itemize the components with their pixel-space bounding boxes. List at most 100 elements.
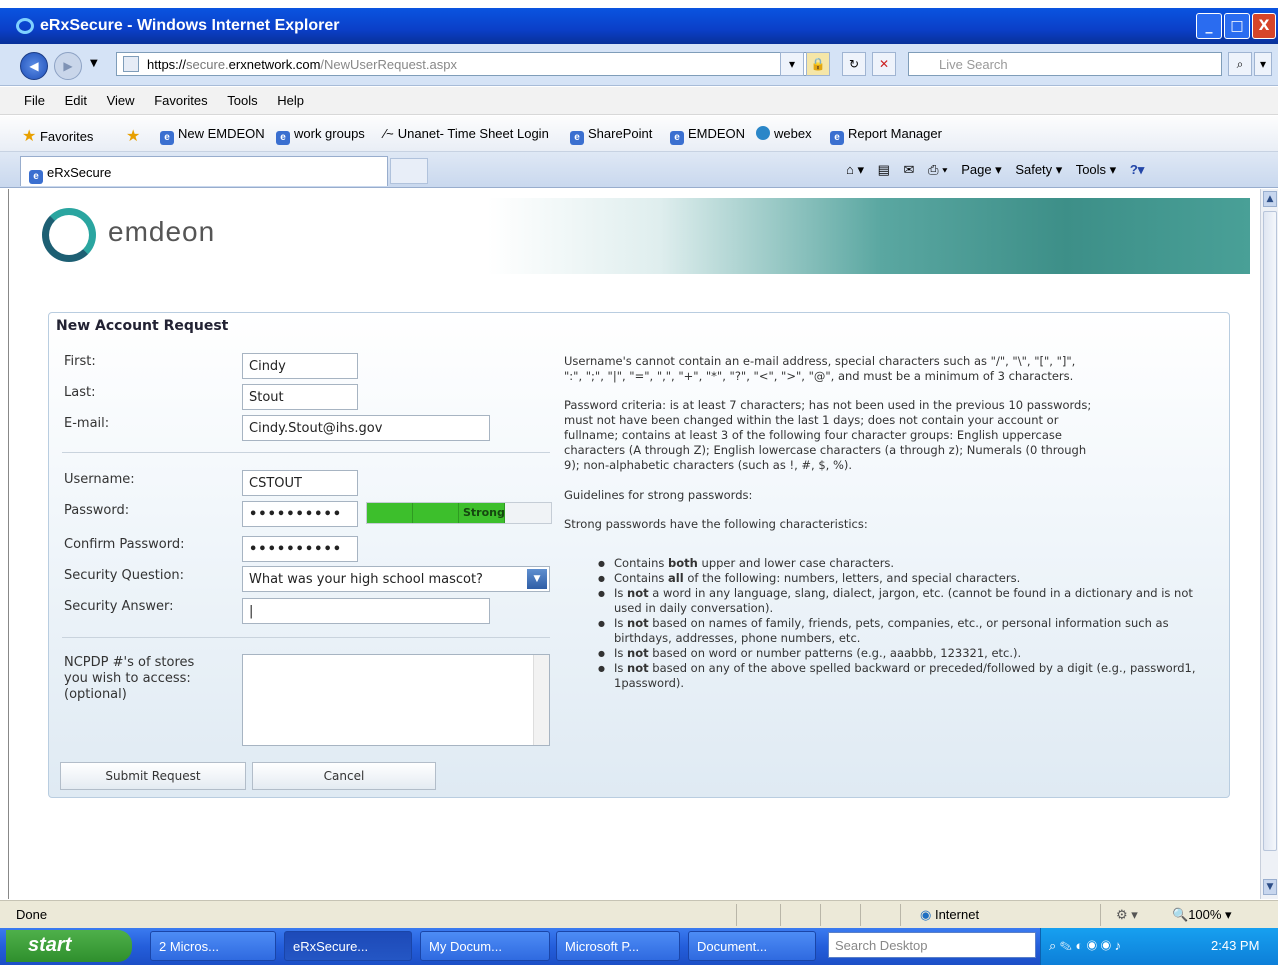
search-options-button[interactable]: ▾	[1254, 52, 1272, 76]
fav-sharepoint[interactable]: e SharePoint	[570, 126, 652, 145]
address-toolbar: ◀ ▶ ▼ https://secure.erxnetwork.com/NewU…	[0, 44, 1278, 86]
menu-view[interactable]: View	[99, 87, 143, 108]
zoom-control[interactable]: 🔍100% ▾	[1172, 907, 1232, 923]
feeds-icon[interactable]: ▤	[878, 162, 890, 177]
forward-button[interactable]: ▶	[54, 52, 82, 80]
close-button[interactable]: X	[1252, 13, 1276, 39]
task-document[interactable]: Document...	[688, 931, 816, 961]
username-input[interactable]: CSTOUT	[242, 470, 358, 496]
search-icon[interactable]: ⌕	[1228, 52, 1252, 76]
menu-tools[interactable]: Tools	[219, 87, 265, 108]
start-button[interactable]: start	[6, 930, 132, 962]
divider	[62, 452, 550, 453]
maximize-button[interactable]: □	[1224, 13, 1250, 39]
protected-mode-icon[interactable]: ⚙ ▾	[1116, 907, 1138, 923]
recent-pages-chevron-icon[interactable]: ▼	[90, 58, 98, 69]
last-name-input[interactable]: Stout	[242, 384, 358, 410]
help-line: fullname; contains at least 3 of the fol…	[564, 428, 1062, 442]
command-bar: ⌂ ▾ ▤ ✉ ⎙ ▾ Page ▾ Safety ▾ Tools ▾ ?▾	[846, 162, 1154, 178]
security-answer-input[interactable]: |	[242, 598, 490, 624]
url-subdomain: secure.	[186, 57, 229, 72]
fav-emdeon[interactable]: e EMDEON	[670, 126, 745, 145]
safety-menu[interactable]: Safety ▾	[1015, 162, 1062, 177]
tab-erxsecure[interactable]: e eRxSecure	[20, 156, 388, 186]
clock: 2:43 PM	[1211, 938, 1260, 953]
unanet-icon: ⁄~	[384, 126, 394, 141]
desktop-search-input[interactable]: Search Desktop	[828, 932, 1036, 958]
refresh-button[interactable]: ↻	[842, 52, 866, 76]
password-criteria: Password criteria: is at least 7 charact…	[564, 398, 1091, 473]
tools-menu[interactable]: Tools ▾	[1076, 162, 1117, 177]
email-label: E-mail:	[64, 416, 110, 431]
menu-help[interactable]: Help	[269, 87, 312, 108]
help-line: 9); non-alphabetic characters (such as !…	[564, 458, 853, 472]
help-icon[interactable]: ?▾	[1130, 162, 1144, 177]
ncpdp-label: NCPDP #'s of stores you wish to access: …	[64, 655, 194, 703]
email-input[interactable]: Cindy.Stout@ihs.gov	[242, 415, 490, 441]
ie-logo-icon	[16, 18, 34, 34]
ncpdp-label-line: (optional)	[64, 687, 127, 702]
password-label: Password:	[64, 503, 130, 518]
password-input[interactable]: ••••••••••	[242, 501, 358, 527]
favorites-button[interactable]: ★ Favorites	[22, 126, 93, 146]
fav-webex[interactable]: webex	[756, 126, 812, 141]
new-tab-button[interactable]	[390, 158, 428, 184]
stop-button[interactable]: ✕	[872, 52, 896, 76]
task-microsoft[interactable]: Microsoft P...	[556, 931, 680, 961]
lock-icon[interactable]: 🔒	[806, 52, 830, 76]
fav-new-emdeon[interactable]: e New EMDEON	[160, 126, 265, 145]
menu-favorites[interactable]: Favorites	[146, 87, 215, 108]
textarea-scrollbar[interactable]	[533, 655, 549, 745]
fav-label: work groups	[294, 126, 365, 141]
page-menu[interactable]: Page ▾	[961, 162, 1002, 177]
username-label: Username:	[64, 472, 135, 487]
cancel-button[interactable]: Cancel	[252, 762, 436, 790]
emdeon-logo-icon	[42, 208, 96, 262]
tab-bar: e eRxSecure ⌂ ▾ ▤ ✉ ⎙ ▾ Page ▾ Safety ▾ T…	[0, 152, 1278, 188]
minimize-button[interactable]: _	[1196, 13, 1222, 39]
ncpdp-textarea[interactable]	[242, 654, 550, 746]
globe-icon: ◉	[920, 907, 932, 922]
scroll-down-icon[interactable]: ▼	[1263, 879, 1277, 895]
live-search-input[interactable]: Live Search	[908, 52, 1222, 76]
first-name-input[interactable]: Cindy	[242, 353, 358, 379]
print-icon[interactable]: ⎙ ▾	[928, 162, 947, 177]
fav-label: webex	[774, 126, 812, 141]
fav-unanet[interactable]: ⁄~ Unanet- Time Sheet Login	[384, 126, 549, 141]
favorites-bar: ★ Favorites ★ e New EMDEON e work groups ⁄…	[0, 116, 1278, 152]
tray-icons[interactable]: ⌕ ✎ ◐ ◉ ◉ ♪	[1049, 938, 1121, 954]
vertical-scrollbar[interactable]: ▲ ▼	[1260, 189, 1278, 899]
status-text: Done	[16, 907, 48, 922]
taskbar: start 2 Micros... eRxSecure... My Docum.…	[0, 928, 1278, 965]
confirm-password-input[interactable]: ••••••••••	[242, 536, 358, 562]
scroll-thumb[interactable]	[1263, 211, 1277, 851]
divider	[62, 637, 550, 638]
menu-edit[interactable]: Edit	[57, 87, 95, 108]
home-icon[interactable]: ⌂ ▾	[846, 162, 864, 177]
ie-page-icon: e	[570, 131, 584, 145]
mail-icon[interactable]: ✉	[904, 162, 915, 177]
url-host: erxnetwork.com	[228, 57, 321, 72]
list-item: Contains both upper and lower case chara…	[596, 556, 1216, 571]
fav-report-manager[interactable]: e Report Manager	[830, 126, 942, 145]
fav-work-groups[interactable]: e work groups	[276, 126, 365, 145]
add-favorite-icon[interactable]: ★	[126, 126, 140, 146]
menu-bar: File Edit View Favorites Tools Help	[0, 87, 1278, 115]
security-question-select[interactable]: What was your high school mascot? ▼	[242, 566, 550, 592]
back-button[interactable]: ◀	[20, 52, 48, 80]
task-outlook[interactable]: 2 Micros...	[150, 931, 276, 961]
favorites-label: Favorites	[39, 129, 94, 144]
list-item: Is not a word in any language, slang, di…	[596, 586, 1216, 616]
security-question-label: Security Question:	[64, 568, 185, 583]
scroll-up-icon[interactable]: ▲	[1263, 191, 1277, 207]
address-input[interactable]: https://secure.erxnetwork.com/NewUserReq…	[116, 52, 830, 76]
chevron-down-icon[interactable]: ▼	[527, 569, 547, 589]
address-dropdown-button[interactable]: ▾	[780, 52, 804, 76]
submit-request-button[interactable]: Submit Request	[60, 762, 246, 790]
menu-file[interactable]: File	[0, 87, 53, 108]
zone-label: Internet	[934, 907, 980, 922]
task-my-documents[interactable]: My Docum...	[420, 931, 550, 961]
task-erxsecure[interactable]: eRxSecure...	[284, 931, 412, 961]
webex-icon	[756, 126, 770, 140]
help-line: must not have been changed within the la…	[564, 413, 1059, 427]
